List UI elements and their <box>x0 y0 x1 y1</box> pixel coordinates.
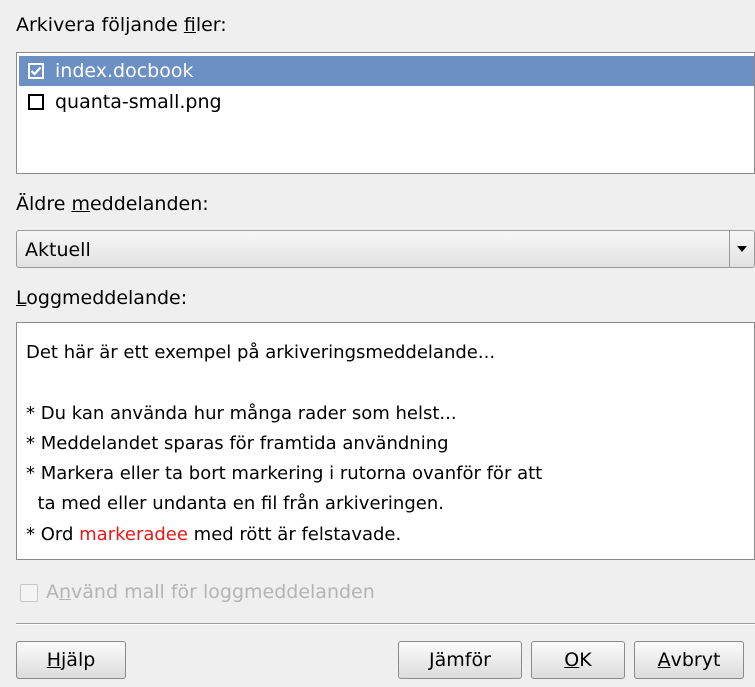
older-messages-combo[interactable]: Aktuell <box>16 230 755 268</box>
combo-selected-value: Aktuell <box>25 239 91 261</box>
message-line-last: * Ord markeradee med rött är felstavade. <box>26 524 402 545</box>
file-row-quanta-small-png[interactable]: quanta-small.png <box>19 87 754 117</box>
log-message-label: Loggmeddelande: <box>16 287 188 309</box>
files-label: Arkivera följande filer: <box>16 14 227 36</box>
checkmark-icon <box>30 66 42 76</box>
file-list[interactable]: index.docbook quanta-small.png <box>16 52 755 174</box>
file-checkbox-unchecked[interactable] <box>28 94 44 110</box>
chevron-down-icon[interactable] <box>729 231 754 267</box>
file-checkbox-checked[interactable] <box>28 63 44 79</box>
template-checkbox-label: Använd mall för loggmeddelanden <box>46 581 375 603</box>
misspelled-word: markeradee <box>79 524 188 545</box>
ok-button[interactable]: OK <box>531 641 625 679</box>
separator <box>16 623 755 625</box>
message-line: * Du kan använda hur många rader som hel… <box>26 403 457 424</box>
file-name: quanta-small.png <box>55 91 222 113</box>
cancel-button[interactable]: Avbryt <box>634 641 744 679</box>
message-line: ta med eller undanta en fil från arkiver… <box>26 493 444 514</box>
file-name: index.docbook <box>55 60 194 82</box>
message-line: Det här är ett exempel på arkiveringsmed… <box>26 342 496 363</box>
template-checkbox[interactable] <box>20 584 38 602</box>
help-button[interactable]: Hjälp <box>16 641 126 679</box>
message-line: * Meddelandet sparas för framtida använd… <box>26 433 449 454</box>
message-line: * Markera eller ta bort markering i ruto… <box>26 463 543 484</box>
file-row-index-docbook[interactable]: index.docbook <box>19 56 754 86</box>
compare-button[interactable]: Jämför <box>398 641 522 679</box>
log-message-textarea[interactable]: Det här är ett exempel på arkiveringsmed… <box>16 322 755 560</box>
older-messages-label: Äldre meddelanden: <box>16 193 209 215</box>
